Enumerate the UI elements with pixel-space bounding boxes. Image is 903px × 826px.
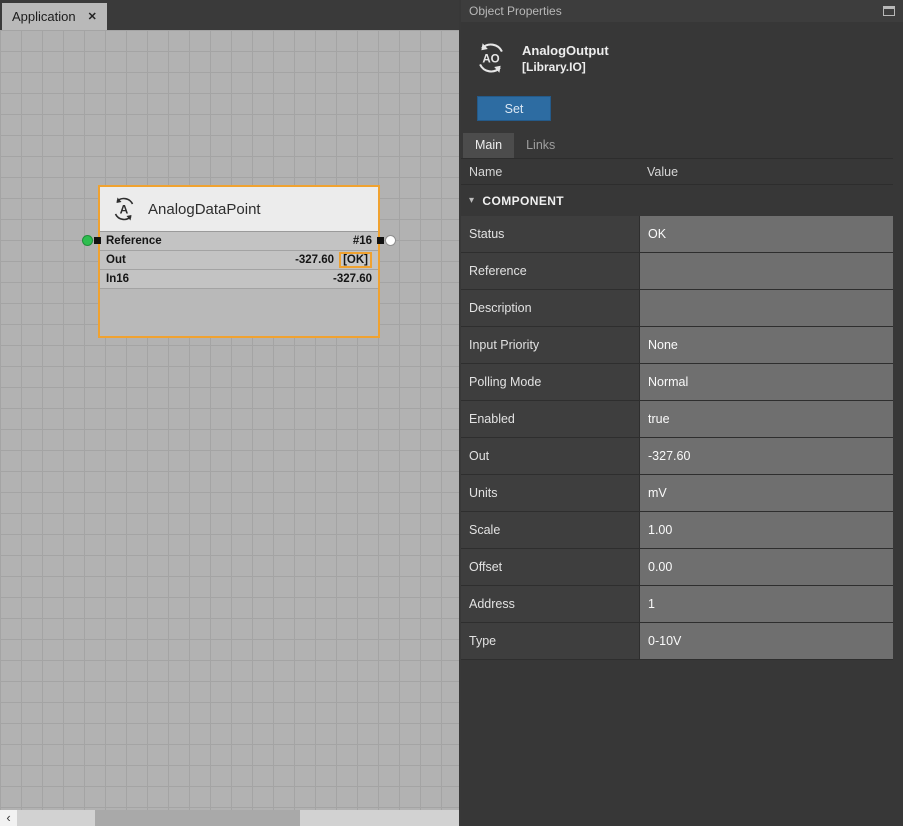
node-row-reference[interactable]: Reference #16 (100, 232, 378, 251)
property-value[interactable]: -327.60 (639, 438, 893, 474)
node-row-name: Out (106, 254, 126, 266)
node-title: AnalogDataPoint (148, 201, 261, 218)
property-tabs: Main Links (463, 133, 903, 158)
app-window: Application ✕ A AnalogDataPoint Referenc… (0, 0, 903, 826)
set-button[interactable]: Set (477, 96, 551, 121)
section-label: COMPONENT (482, 194, 564, 208)
property-value[interactable]: 1.00 (639, 512, 893, 548)
property-row-input-priority[interactable]: Input PriorityNone (461, 327, 893, 364)
close-icon[interactable]: ✕ (88, 10, 97, 23)
property-value[interactable]: None (639, 327, 893, 363)
property-name: Address (461, 586, 639, 622)
diagram-pane: Application ✕ A AnalogDataPoint Referenc… (0, 0, 459, 826)
node-row-value: #16 (353, 235, 372, 247)
property-row-scale[interactable]: Scale1.00 (461, 512, 893, 549)
property-name: Reference (461, 253, 639, 289)
selection-handle-left[interactable] (94, 237, 101, 244)
property-value[interactable]: Normal (639, 364, 893, 400)
property-name: Status (461, 216, 639, 252)
property-row-description[interactable]: Description (461, 290, 893, 327)
status-ok-highlight: [OK] (339, 252, 372, 268)
property-name: Out (461, 438, 639, 474)
property-rows: StatusOKReferenceDescriptionInput Priori… (461, 216, 893, 660)
scrollbar-thumb[interactable] (95, 810, 300, 826)
property-row-offset[interactable]: Offset0.00 (461, 549, 893, 586)
diagram-canvas[interactable]: A AnalogDataPoint Reference #16 Out -327.60… (0, 30, 459, 810)
property-row-reference[interactable]: Reference (461, 253, 893, 290)
property-name: Units (461, 475, 639, 511)
table-header: Name Value (461, 158, 893, 185)
property-row-address[interactable]: Address1 (461, 586, 893, 623)
selection-handle-right[interactable] (377, 237, 384, 244)
node-analogdatapoint[interactable]: A AnalogDataPoint Reference #16 Out -327.60… (98, 185, 380, 338)
output-port-icon[interactable] (385, 235, 396, 246)
analog-datapoint-icon: A (110, 195, 138, 223)
node-row-value: -327.60 (333, 273, 372, 285)
object-name: AnalogOutput (522, 43, 609, 58)
column-value-header: Value (639, 165, 893, 179)
object-library: [Library.IO] (522, 60, 609, 74)
property-value[interactable]: 0-10V (639, 623, 893, 659)
tab-application[interactable]: Application ✕ (2, 3, 107, 30)
property-name: Input Priority (461, 327, 639, 363)
property-value[interactable] (639, 290, 893, 326)
svg-text:AO: AO (482, 54, 499, 66)
property-name: Polling Mode (461, 364, 639, 400)
analog-output-icon: AO (473, 40, 509, 76)
property-value[interactable]: true (639, 401, 893, 437)
panel-title: Object Properties (469, 4, 562, 18)
column-name-header: Name (461, 165, 639, 179)
property-value[interactable] (639, 253, 893, 289)
node-row-out[interactable]: Out -327.60 [OK] (100, 251, 378, 270)
object-properties-panel: Object Properties AO AnalogOutput [Libra… (461, 0, 903, 826)
chevron-down-icon: ▾ (469, 195, 474, 206)
property-row-units[interactable]: UnitsmV (461, 475, 893, 512)
property-row-enabled[interactable]: Enabledtrue (461, 401, 893, 438)
panel-header: Object Properties (461, 0, 903, 22)
node-title-bar[interactable]: A AnalogDataPoint (100, 187, 378, 232)
property-row-out[interactable]: Out-327.60 (461, 438, 893, 475)
node-row-in16[interactable]: In16 -327.60 (100, 270, 378, 289)
property-row-type[interactable]: Type0-10V (461, 623, 893, 660)
node-row-value: -327.60 (295, 254, 334, 266)
tab-main[interactable]: Main (463, 133, 514, 158)
node-row-name: Reference (106, 235, 162, 247)
node-row-name: In16 (106, 273, 129, 285)
property-value[interactable]: 1 (639, 586, 893, 622)
tab-label: Application (12, 9, 76, 24)
property-name: Scale (461, 512, 639, 548)
property-table: Name Value ▾ COMPONENT StatusOKReference… (461, 158, 893, 660)
horizontal-scrollbar[interactable]: ‹ (0, 810, 459, 826)
node-rows: Reference #16 Out -327.60 [OK] In16 -327.60 (100, 232, 378, 289)
property-value[interactable]: mV (639, 475, 893, 511)
scroll-left-icon[interactable]: ‹ (0, 810, 17, 826)
section-component[interactable]: ▾ COMPONENT (461, 185, 893, 216)
property-name: Enabled (461, 401, 639, 437)
property-row-status[interactable]: StatusOK (461, 216, 893, 253)
input-port-icon[interactable] (82, 235, 93, 246)
object-header: AO AnalogOutput [Library.IO] (461, 22, 903, 86)
property-name: Type (461, 623, 639, 659)
dock-icon[interactable] (883, 6, 895, 16)
tab-bar: Application ✕ (0, 0, 459, 30)
svg-text:A: A (120, 203, 129, 217)
property-row-polling-mode[interactable]: Polling ModeNormal (461, 364, 893, 401)
property-value[interactable]: 0.00 (639, 549, 893, 585)
property-value[interactable]: OK (639, 216, 893, 252)
tab-links[interactable]: Links (514, 133, 567, 158)
property-name: Offset (461, 549, 639, 585)
property-name: Description (461, 290, 639, 326)
